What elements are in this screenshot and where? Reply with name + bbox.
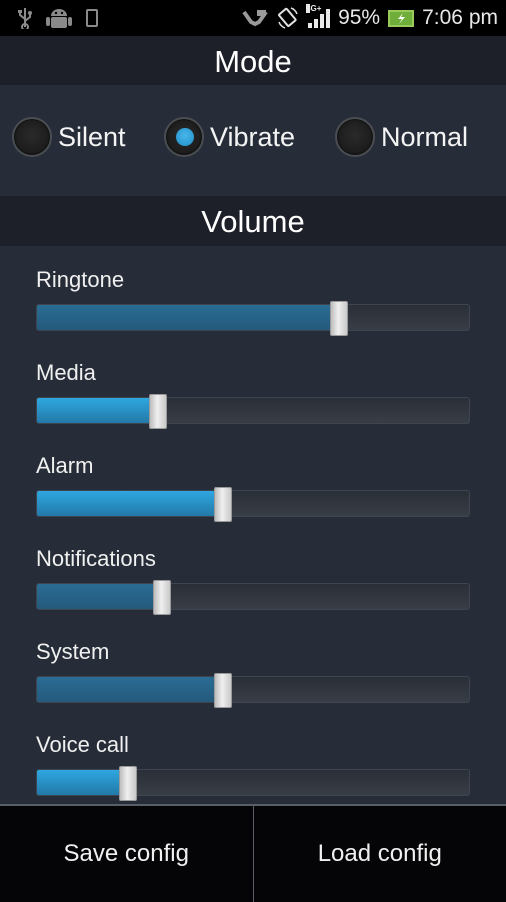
radio-label: Normal <box>381 122 468 153</box>
status-bar: 3G+ 95% 7:06 pm <box>0 0 506 36</box>
slider-voice-call: Voice call <box>36 731 470 796</box>
slider-label: System <box>36 638 470 666</box>
slider-thumb[interactable] <box>119 766 137 801</box>
mode-radio-group: Silent Vibrate Normal <box>0 85 506 196</box>
mode-header: Mode <box>0 36 506 85</box>
slider-track[interactable] <box>36 304 470 331</box>
slider-track[interactable] <box>36 490 470 517</box>
slider-fill <box>37 584 162 609</box>
slider-alarm: Alarm <box>36 452 470 517</box>
phone-device-icon <box>86 9 98 27</box>
slider-label: Media <box>36 359 470 387</box>
slider-fill <box>37 398 158 423</box>
radio-button-checked-icon[interactable] <box>164 117 204 157</box>
slider-label: Alarm <box>36 452 470 480</box>
battery-percent: 95% <box>338 6 380 30</box>
screen-rotation-icon <box>276 6 300 30</box>
radio-button-icon[interactable] <box>12 117 52 157</box>
radio-vibrate[interactable]: Vibrate <box>164 117 295 157</box>
hands-icon <box>242 8 268 28</box>
slider-thumb[interactable] <box>330 301 348 336</box>
save-config-button[interactable]: Save config <box>0 806 253 902</box>
slider-notifications: Notifications <box>36 545 470 610</box>
volume-header: Volume <box>0 196 506 246</box>
network-type: 3G+ <box>306 4 310 13</box>
slider-track[interactable] <box>36 769 470 796</box>
slider-track[interactable] <box>36 676 470 703</box>
android-debug-icon <box>46 6 72 30</box>
usb-icon <box>18 7 32 29</box>
slider-system: System <box>36 638 470 703</box>
radio-label: Silent <box>58 122 126 153</box>
slider-thumb[interactable] <box>214 487 232 522</box>
slider-thumb[interactable] <box>153 580 171 615</box>
slider-track[interactable] <box>36 583 470 610</box>
battery-charging-icon <box>388 10 414 27</box>
slider-thumb[interactable] <box>214 673 232 708</box>
signal-icon: 3G+ <box>308 8 330 28</box>
radio-button-icon[interactable] <box>335 117 375 157</box>
slider-label: Voice call <box>36 731 470 759</box>
bottom-action-bar: Save config Load config <box>0 804 506 902</box>
slider-track[interactable] <box>36 397 470 424</box>
load-config-button[interactable]: Load config <box>254 806 506 902</box>
slider-thumb[interactable] <box>149 394 167 429</box>
slider-fill <box>37 305 339 330</box>
slider-fill <box>37 770 128 795</box>
slider-fill <box>37 677 223 702</box>
slider-media: Media <box>36 359 470 424</box>
slider-fill <box>37 491 223 516</box>
slider-label: Notifications <box>36 545 470 573</box>
slider-ringtone: Ringtone <box>36 266 470 331</box>
slider-label: Ringtone <box>36 266 470 294</box>
clock: 7:06 pm <box>422 6 498 30</box>
radio-silent[interactable]: Silent <box>12 117 126 157</box>
radio-label: Vibrate <box>210 122 295 153</box>
radio-normal[interactable]: Normal <box>335 117 468 157</box>
